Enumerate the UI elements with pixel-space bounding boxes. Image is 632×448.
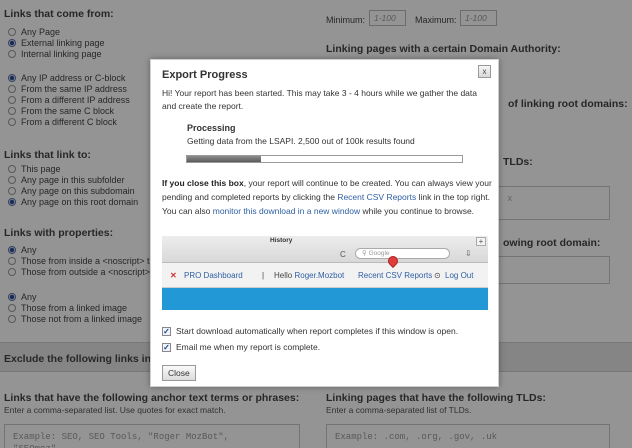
email-me-label: Email me when my report is complete. <box>176 342 321 352</box>
download-icon: ⇩ <box>465 249 472 258</box>
monitor-download-link[interactable]: monitor this download in a new window <box>213 206 360 216</box>
recent-csv-link[interactable]: Recent CSV Reports <box>337 192 416 202</box>
new-tab-icon: + <box>476 237 486 246</box>
tools-icon: ✕ <box>170 271 177 280</box>
info-part3: while you continue to browse. <box>360 206 475 216</box>
dialog-title: Export Progress <box>162 69 248 81</box>
nav-divider: | <box>262 271 265 280</box>
hello-text: Hello Roger.Mozbot <box>274 271 344 280</box>
recent-csv-reports-link: Recent CSV Reports <box>358 271 433 280</box>
close-icon[interactable]: x <box>478 65 491 78</box>
site-nav-bar: ✕ PRO Dashboard | Hello Roger.Mozbot Rec… <box>162 263 488 288</box>
logout-icon: ⊙ <box>434 271 441 280</box>
search-box: ⚲ Google <box>355 248 450 259</box>
pro-dashboard-link: PRO Dashboard <box>184 271 243 280</box>
email-me-row[interactable]: ✓ Email me when my report is complete. <box>162 342 320 352</box>
info-bold: If you close this box <box>162 178 244 188</box>
export-progress-dialog: Export Progress x Hi! Your report has be… <box>150 59 499 387</box>
user-name: Roger.Mozbot <box>294 271 345 280</box>
processing-title: Processing <box>187 123 236 133</box>
progress-bar <box>186 155 463 163</box>
progress-fill <box>187 156 262 162</box>
close-button[interactable]: Close <box>162 365 196 381</box>
auto-download-row[interactable]: ✓ Start download automatically when repo… <box>162 326 458 336</box>
history-tab: History <box>270 237 293 244</box>
search-placeholder: Google <box>368 250 390 257</box>
logout-link: Log Out <box>445 271 474 280</box>
search-icon: ⚲ <box>362 250 369 257</box>
browser-illustration: History + C ⚲ Google ⇩ ✕ PRO Dashboard |… <box>162 236 488 310</box>
processing-text: Getting data from the LSAPI. 2,500 out o… <box>187 136 415 146</box>
intro-text: Hi! Your report has been started. This m… <box>162 88 477 111</box>
refresh-icon: C <box>340 250 346 259</box>
browser-toolbar: History + C ⚲ Google ⇩ <box>162 236 488 263</box>
hello-label: Hello <box>274 271 293 280</box>
auto-download-checkbox[interactable]: ✓ <box>162 326 171 336</box>
email-me-checkbox[interactable]: ✓ <box>162 342 171 352</box>
auto-download-label: Start download automatically when report… <box>176 326 459 336</box>
info-text: If you close this box, your report will … <box>162 176 492 218</box>
